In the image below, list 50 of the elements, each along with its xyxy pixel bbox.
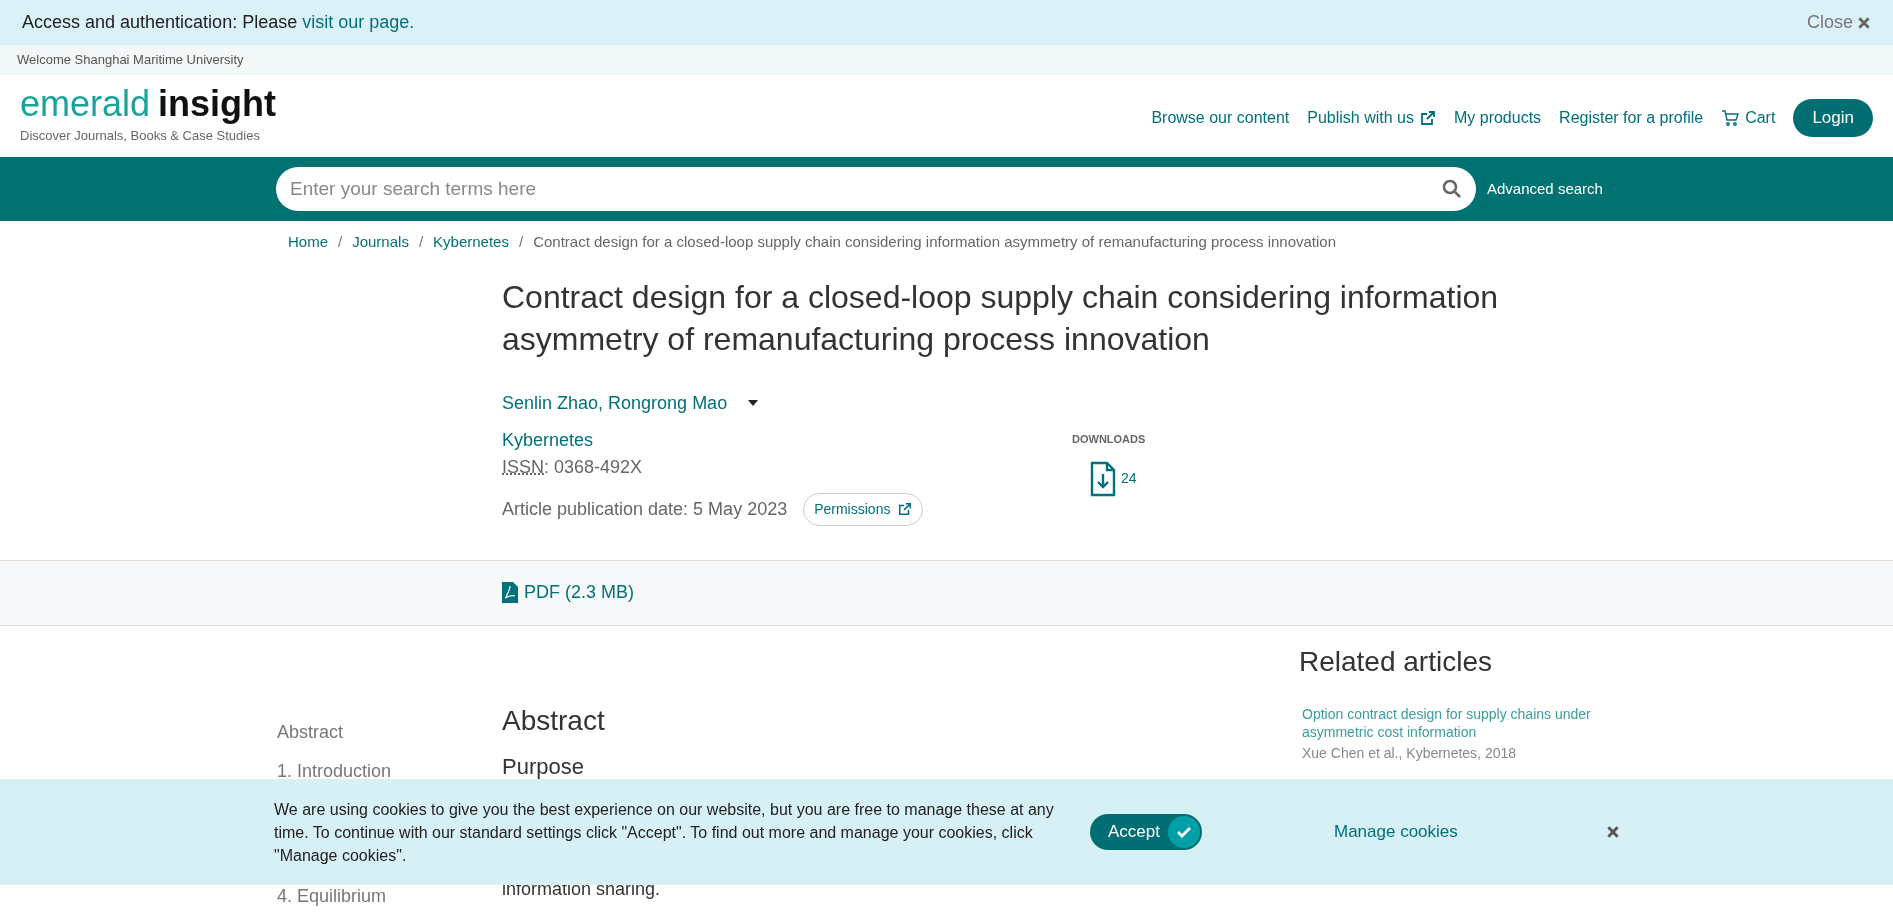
nav-link[interactable]: Browse our content [1151,106,1290,130]
search-icon[interactable] [1442,179,1462,199]
abstract-heading: Abstract [502,703,606,738]
nav-link[interactable]: Cart [1721,106,1776,130]
access-message: Access and authentication: Please visit our page. [22,11,415,34]
nav-link[interactable]: Publish with us [1307,106,1436,130]
breadcrumb-separator: / [518,232,524,252]
nav-link[interactable]: Register for a profile [1559,106,1704,130]
visit-page-link[interactable]: visit our page. [302,12,415,32]
search-field[interactable]: Enter your search terms here [276,167,1476,211]
toc-link[interactable]: Abstract [277,718,344,746]
related-article-meta: Xue Chen et al., Kybernetes, 2018 [1302,743,1518,763]
login-button[interactable]: Login [1793,99,1873,137]
article-title: Contract design for a closed-loop supply chain considering information asymmetry of remanufacturing process innovation [502,277,1500,359]
breadcrumb-link[interactable]: Journals [352,231,409,254]
downloads-label: DOWNLOADS [1072,431,1146,447]
close-icon [1857,15,1871,30]
cart-icon [1721,110,1740,126]
related-articles-heading: Related articles [1299,644,1493,679]
authors-link[interactable]: Senlin Zhao, Rongrong Mao [502,389,728,417]
publication-date: Article publication date: 5 May 2023 [502,497,788,521]
breadcrumb-link[interactable]: Kybernetes [433,231,509,254]
breadcrumb-separator: / [338,232,343,252]
advanced-search-link[interactable]: Advanced search [1487,177,1603,201]
external-link-icon [1419,110,1436,126]
breadcrumb-current: Contract design for a closed-loop supply chain considering information asymmetry of remanufacturing process innovation [533,232,1337,252]
issn-text: ISSN: 0368-492X [502,455,644,479]
nav-link[interactable]: My products [1453,106,1542,130]
welcome-text: Welcome Shanghai Maritime University [17,51,244,70]
pdf-link[interactable]: PDF (2.3 MB) [502,579,634,606]
external-link-icon [898,502,913,516]
abstract-paragraph: information sharing. [502,877,662,901]
journal-link[interactable]: Kybernetes [502,426,1072,454]
logo-tagline: Discover Journals, Books & Case Studies [20,127,261,146]
breadcrumb-link[interactable]: Home [288,231,328,254]
accept-button[interactable]: Accept [1090,814,1202,850]
logo[interactable]: emerald insight [20,86,277,123]
breadcrumb-separator: / [418,232,424,252]
check-icon [1168,816,1200,848]
downloads-count: 24 [1121,469,1137,488]
caret-icon[interactable] [747,399,760,407]
purpose-heading: Purpose [502,752,585,781]
related-article-link[interactable]: Option contract design for supply chains under asymmetric cost information [1302,704,1609,741]
cookie-message: We are using cookies to give you the best experience on our website, but you are free to manage these at any time. To continue with our standard settings click "Accept". To find out more and manage your cookies, click "Manage cookies". [274,799,1055,866]
manage-cookies-link[interactable]: Manage cookies [1334,819,1458,845]
close-icon [1605,825,1620,839]
pdf-icon [502,582,518,603]
download-icon [1089,461,1117,497]
close-banner-button[interactable]: Close [1806,9,1871,36]
toc-link[interactable]: 4. Equilibrium [277,882,387,910]
